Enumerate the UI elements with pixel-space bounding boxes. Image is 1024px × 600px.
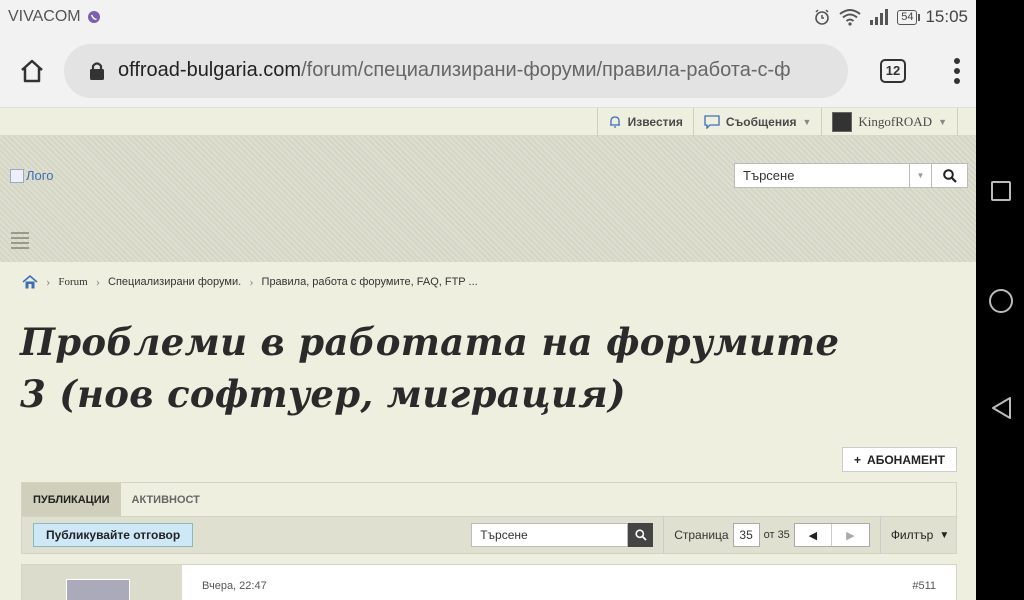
menu-dot [954,67,960,74]
avatar [832,111,853,132]
address-bar[interactable]: offroad-bulgaria.com/forum/специализиран… [64,43,848,98]
page-total: от 35 [763,529,790,541]
status-bar: VIVACOM 54 15:05 [0,0,976,34]
broken-image-icon [10,168,24,183]
forum-top-bar: Известия Съобщения ▼ KingofROAD ▼ [0,108,976,136]
thread-search-button[interactable] [628,523,654,547]
alarm-icon [815,9,830,25]
pagination: Страница 35 от 35 ◀ ▶ [663,516,870,554]
post-number[interactable]: #511 [912,580,936,592]
chevron-right-icon: › [95,274,101,289]
site-logo[interactable]: Лого [10,168,53,183]
post-reply-button[interactable]: Публикувайте отговор [33,523,194,547]
previous-page-button[interactable]: ◀ [795,524,832,546]
header-search-button[interactable] [932,163,968,188]
home-icon [21,59,43,82]
username: KingofROAD [858,113,933,129]
chevron-right-icon: › [249,274,254,289]
post: Вчера, 22:47 #511 [21,564,957,600]
next-page-button[interactable]: ▶ [832,524,869,546]
forum-header: Лого Търсене ▼ [0,136,976,262]
hamburger-menu-icon[interactable] [11,232,29,249]
search-icon [942,168,957,183]
thread-tabs: ПУБЛИКАЦИИ АКТИВНОСТ [21,482,957,516]
back-icon[interactable] [990,396,1012,420]
post-date[interactable]: Вчера, 22:47 [202,580,267,592]
carrier: VIVACOM [8,8,101,26]
clock: 15:05 [925,7,968,26]
bell-icon [609,115,620,128]
subscribe-button[interactable]: + АБОНАМЕНТ [842,447,957,472]
post-author-panel [22,565,182,600]
signal-icon [870,9,889,25]
tab-posts[interactable]: ПУБЛИКАЦИИ [22,483,121,516]
carrier-name: VIVACOM [8,8,81,25]
filter-label: Филтър [890,528,934,542]
avatar[interactable] [66,579,130,600]
browser-toolbar: offroad-bulgaria.com/forum/специализиран… [0,34,976,108]
breadcrumb: › Forum › Специализирани форуми. › Прави… [22,274,478,290]
post-body: Вчера, 22:47 #511 [182,565,956,600]
alerts-label: Известия [627,114,683,129]
messages-label: Съобщения [725,114,797,129]
tab-count: 12 [880,58,906,83]
chevron-down-icon: ▼ [802,116,812,127]
page-number-input[interactable]: 35 [732,523,760,547]
tab-activity[interactable]: АКТИВНОСТ [121,483,211,516]
chevron-down-icon[interactable]: ▼ [910,163,932,188]
chat-bubble-icon [704,114,720,129]
viber-icon [87,11,100,23]
thread-search: Търсене [471,523,654,547]
page-nav: ◀ ▶ [793,523,870,547]
header-search: Търсене ▼ [734,163,968,188]
tab-switcher-button[interactable]: 12 [848,58,938,83]
lock-icon [90,61,104,80]
plus-icon: + [854,452,862,467]
android-nav-bar [976,0,1024,600]
recent-apps-icon[interactable] [991,181,1011,201]
url-path: /forum/специализирани-форуми/правила-раб… [301,59,791,81]
subscribe-label: АБОНАМЕНТ [867,452,945,467]
triangle-right-icon: ▶ [846,529,855,542]
thread-search-input[interactable]: Търсене [471,523,629,547]
alerts-link[interactable]: Известия [596,108,693,136]
search-icon [635,529,647,541]
triangle-down-icon: ▼ [939,529,950,541]
menu-dot [954,77,960,84]
home-nav-icon[interactable] [989,289,1013,313]
thread-toolbar: Публикувайте отговор Търсене Страница 35… [21,516,957,554]
url-host: offroad-bulgaria.com [118,59,302,81]
home-button[interactable] [0,34,64,108]
wifi-icon [839,9,861,26]
user-menu[interactable]: KingofROAD ▼ [821,108,958,136]
web-page: Известия Съобщения ▼ KingofROAD ▼ Лого Т… [0,108,976,600]
chevron-right-icon: › [46,274,51,289]
filter-dropdown[interactable]: Филтър ▼ [879,516,950,554]
breadcrumb-forum[interactable]: Forum [58,276,87,288]
home-icon[interactable] [22,274,38,290]
browser-menu-button[interactable] [938,57,976,84]
breadcrumb-specialized-forums[interactable]: Специализирани форуми. [108,276,241,288]
breadcrumb-rules-forum[interactable]: Правила, работа с форумите, FAQ, FTP ... [262,276,478,288]
triangle-left-icon: ◀ [808,529,818,542]
page-label: Страница [674,528,729,542]
chevron-down-icon: ▼ [938,116,947,127]
header-search-input[interactable]: Търсене [734,163,910,188]
logo-alt-text: Лого [26,168,54,183]
battery-indicator: 54 [897,9,921,25]
menu-dot [954,57,960,64]
thread-title: Проблеми в работата на форумите 3 (нов с… [20,320,840,416]
messages-link[interactable]: Съобщения ▼ [692,108,822,136]
